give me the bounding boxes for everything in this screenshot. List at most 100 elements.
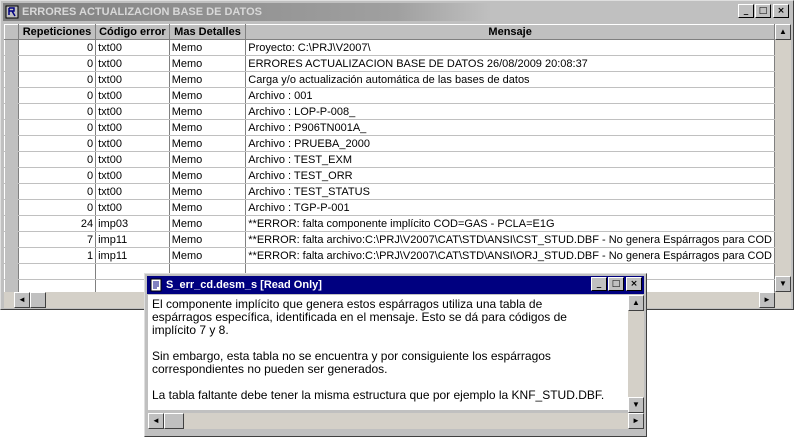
row-selector[interactable] xyxy=(4,55,19,72)
codigo-error-cell[interactable]: txt00 xyxy=(95,135,170,152)
repeticiones-cell[interactable]: 0 xyxy=(18,151,97,168)
row-selector[interactable] xyxy=(4,87,19,104)
codigo-error-cell[interactable]: imp11 xyxy=(95,247,170,264)
mensaje-cell[interactable]: Archivo : TEST_ORR xyxy=(245,167,775,184)
memo-maximize-button[interactable]: □ xyxy=(608,277,624,291)
row-selector[interactable] xyxy=(4,135,19,152)
column-header-mensaje[interactable]: Mensaje xyxy=(245,24,775,40)
repeticiones-cell[interactable]: 7 xyxy=(18,231,97,248)
repeticiones-cell[interactable]: 0 xyxy=(18,87,97,104)
horizontal-scroll-thumb[interactable] xyxy=(30,292,46,308)
close-button[interactable]: × xyxy=(773,4,789,18)
mensaje-cell[interactable]: Archivo : TEST_EXM xyxy=(245,151,775,168)
table-row[interactable]: 24 imp03 Memo **ERROR: falta componente imp… xyxy=(4,215,775,232)
table-row[interactable]: 0 txt00 Memo Archivo : TGP-P-001 xyxy=(4,199,775,216)
mas-detalles-cell[interactable]: Memo xyxy=(169,87,247,104)
mas-detalles-cell[interactable]: Memo xyxy=(169,39,247,56)
repeticiones-cell[interactable]: 24 xyxy=(18,215,97,232)
column-header-codigo-error[interactable]: Código error xyxy=(95,24,170,40)
repeticiones-cell[interactable]: 0 xyxy=(18,103,97,120)
codigo-error-cell[interactable]: txt00 xyxy=(95,183,170,200)
memo-close-button[interactable]: × xyxy=(626,277,642,291)
memo-scroll-left-button[interactable]: ◄ xyxy=(148,413,164,429)
repeticiones-cell[interactable]: 1 xyxy=(18,247,97,264)
table-row[interactable]: 0 txt00 Memo Archivo : TEST_STATUS xyxy=(4,183,775,200)
table-row[interactable]: 0 txt00 Memo Archivo : TEST_ORR xyxy=(4,167,775,184)
mensaje-cell[interactable]: Proyecto: C:\PRJ\V2007\ xyxy=(245,39,775,56)
mas-detalles-cell[interactable]: Memo xyxy=(169,199,247,216)
mensaje-cell[interactable]: **ERROR: falta archivo:C:\PRJ\V2007\CAT\… xyxy=(245,231,775,248)
row-selector[interactable] xyxy=(4,71,19,88)
mensaje-cell[interactable]: ERRORES ACTUALIZACION BASE DE DATOS 26/0… xyxy=(245,55,775,72)
main-title-bar[interactable]: ERRORES ACTUALIZACION BASE DE DATOS _ □ … xyxy=(3,3,791,21)
table-row[interactable]: 0 txt00 Memo Archivo : P906TN001A_ xyxy=(4,119,775,136)
mensaje-cell[interactable]: Archivo : LOP-P-008_ xyxy=(245,103,775,120)
mensaje-cell[interactable]: Archivo : 001 xyxy=(245,87,775,104)
mas-detalles-cell[interactable]: Memo xyxy=(169,167,247,184)
minimize-button[interactable]: _ xyxy=(738,4,754,18)
codigo-error-cell[interactable]: txt00 xyxy=(95,39,170,56)
table-row[interactable]: 0 txt00 Memo Archivo : TEST_EXM xyxy=(4,151,775,168)
codigo-error-cell[interactable]: txt00 xyxy=(95,103,170,120)
repeticiones-cell[interactable]: 0 xyxy=(18,55,97,72)
scroll-left-button[interactable]: ◄ xyxy=(14,292,30,308)
row-selector[interactable] xyxy=(4,183,19,200)
codigo-error-cell[interactable]: txt00 xyxy=(95,151,170,168)
repeticiones-cell[interactable]: 0 xyxy=(18,199,97,216)
memo-minimize-button[interactable]: _ xyxy=(591,277,607,291)
mensaje-cell[interactable]: Archivo : TGP-P-001 xyxy=(245,199,775,216)
memo-scroll-right-button[interactable]: ► xyxy=(628,413,644,429)
mas-detalles-cell[interactable]: Memo xyxy=(169,71,247,88)
scroll-down-button[interactable]: ▼ xyxy=(775,276,791,292)
mensaje-cell[interactable]: Carga y/o actualización automática de la… xyxy=(245,71,775,88)
scroll-right-button[interactable]: ► xyxy=(759,292,775,308)
mensaje-cell[interactable]: Archivo : TEST_STATUS xyxy=(245,183,775,200)
repeticiones-cell[interactable]: 0 xyxy=(18,39,97,56)
mas-detalles-cell[interactable]: Memo xyxy=(169,215,247,232)
row-selector[interactable] xyxy=(4,231,19,248)
column-header-mas-detalles[interactable]: Mas Detalles xyxy=(168,24,247,40)
table-row[interactable]: 7 imp11 Memo **ERROR: falta archivo:C:\PRJ\… xyxy=(4,231,775,248)
mas-detalles-cell[interactable]: Memo xyxy=(169,247,247,264)
row-selector[interactable] xyxy=(4,39,19,56)
table-row[interactable]: 0 txt00 Memo Carga y/o actualización automá… xyxy=(4,71,775,88)
mensaje-cell[interactable]: Archivo : PRUEBA_2000 xyxy=(245,135,775,152)
memo-vertical-scrollbar[interactable]: ▲ ▼ xyxy=(628,295,644,413)
codigo-error-cell[interactable]: txt00 xyxy=(95,71,170,88)
row-selector[interactable] xyxy=(4,119,19,136)
codigo-error-cell[interactable]: imp11 xyxy=(95,231,170,248)
mensaje-cell[interactable]: **ERROR: falta componente implícito COD=… xyxy=(245,215,775,232)
codigo-error-cell[interactable]: txt00 xyxy=(95,119,170,136)
mas-detalles-cell[interactable]: Memo xyxy=(169,103,247,120)
row-selector[interactable] xyxy=(4,103,19,120)
table-row[interactable]: 0 txt00 Memo Archivo : 001 xyxy=(4,87,775,104)
memo-scroll-up-button[interactable]: ▲ xyxy=(628,295,644,311)
memo-horizontal-scroll-thumb[interactable] xyxy=(164,413,184,429)
table-row[interactable]: 0 txt00 Memo Archivo : LOP-P-008_ xyxy=(4,103,775,120)
mas-detalles-cell[interactable]: Memo xyxy=(169,231,247,248)
row-selector[interactable] xyxy=(4,247,19,264)
memo-horizontal-scrollbar[interactable]: ◄ ► xyxy=(148,413,644,429)
mensaje-cell[interactable]: **ERROR: falta archivo:C:\PRJ\V2007\CAT\… xyxy=(245,247,775,264)
table-row[interactable]: 0 txt00 Memo Proyecto: C:\PRJ\V2007\ xyxy=(4,39,775,56)
scroll-up-button[interactable]: ▲ xyxy=(775,24,791,40)
row-selector[interactable] xyxy=(4,151,19,168)
mas-detalles-cell[interactable]: Memo xyxy=(169,119,247,136)
mas-detalles-cell[interactable]: Memo xyxy=(169,55,247,72)
mas-detalles-cell[interactable]: Memo xyxy=(169,183,247,200)
table-row[interactable]: 0 txt00 Memo Archivo : PRUEBA_2000 xyxy=(4,135,775,152)
mas-detalles-cell[interactable]: Memo xyxy=(169,151,247,168)
grid-vertical-scrollbar[interactable]: ▲ ▼ xyxy=(775,24,791,292)
repeticiones-cell[interactable]: 0 xyxy=(18,135,97,152)
table-row[interactable]: 1 imp11 Memo **ERROR: falta archivo:C:\PRJ\… xyxy=(4,247,775,264)
memo-text-area[interactable]: El componente implícito que genera estos… xyxy=(148,295,644,429)
mas-detalles-cell[interactable]: Memo xyxy=(169,135,247,152)
row-selector[interactable] xyxy=(4,167,19,184)
memo-scroll-down-button[interactable]: ▼ xyxy=(628,397,644,413)
repeticiones-cell[interactable]: 0 xyxy=(18,71,97,88)
codigo-error-cell[interactable]: txt00 xyxy=(95,199,170,216)
row-selector[interactable] xyxy=(4,199,19,216)
codigo-error-cell[interactable]: txt00 xyxy=(95,87,170,104)
column-header-repeticiones[interactable]: Repeticiones xyxy=(17,24,97,40)
repeticiones-cell[interactable]: 0 xyxy=(18,119,97,136)
